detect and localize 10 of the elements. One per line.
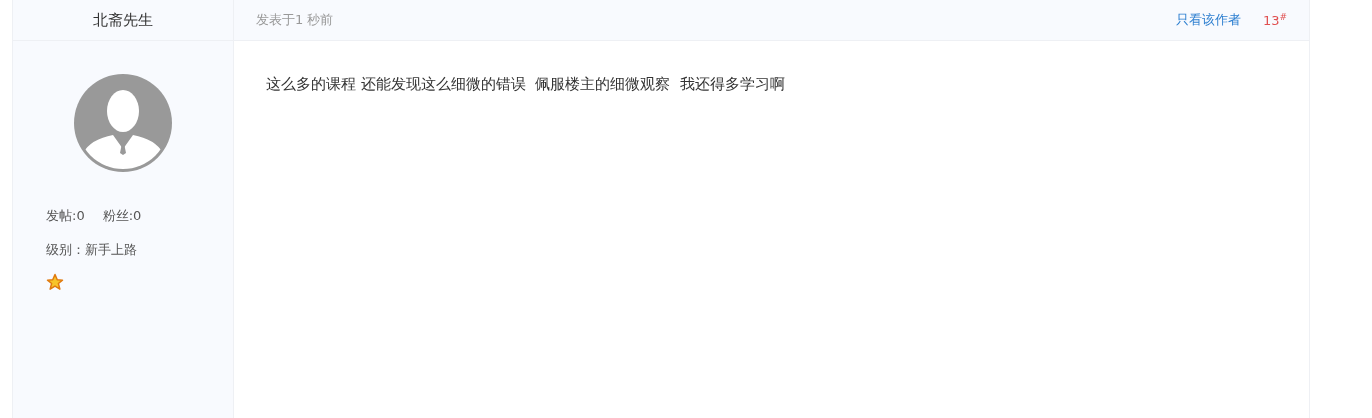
post-time: 发表于1 秒前 bbox=[256, 11, 335, 29]
floor-number: 13$^{#}$ bbox=[1262, 11, 1287, 29]
star-icon bbox=[46, 273, 64, 291]
author-name[interactable]: 北斋先生 bbox=[93, 10, 153, 30]
post-content: 这么多的课程 还能发现这么细微的错误 佩服楼主的细微观察 我还得多学习啊 bbox=[265, 74, 786, 95]
avatar-icon bbox=[73, 73, 173, 173]
fan-count: 粉丝:0 bbox=[102, 207, 142, 225]
post-count: 发帖:0 bbox=[46, 207, 85, 225]
author-only-link[interactable]: 只看该作者 bbox=[1175, 11, 1241, 29]
user-level: 级别：新手上路 bbox=[46, 242, 137, 257]
